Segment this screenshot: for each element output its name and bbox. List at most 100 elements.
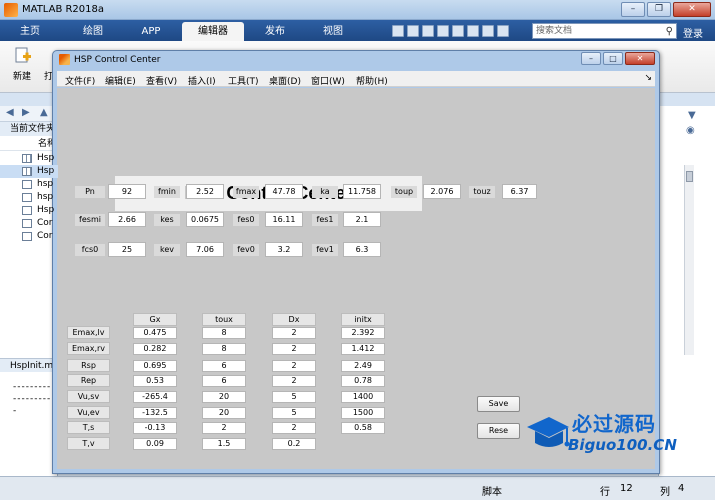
tab-plots[interactable]: 绘图 <box>68 22 118 41</box>
redo-icon[interactable] <box>467 24 479 37</box>
minimize-button[interactable]: – <box>621 2 645 17</box>
param-input-ka[interactable]: 11.758 <box>343 184 381 199</box>
file-list-item[interactable]: Cor <box>0 217 58 230</box>
table-cell-input[interactable]: 2 <box>272 360 316 372</box>
table-cell-input[interactable]: 0.09 <box>133 438 177 450</box>
save-icon[interactable] <box>392 24 404 37</box>
table-cell-input[interactable]: -0.13 <box>133 422 177 434</box>
table-cell-input[interactable]: 5 <box>272 391 316 403</box>
figure-menubar: 文件(F) 编辑(E) 查看(V) 插入(I) 工具(T) 桌面(D) 窗口(W… <box>57 71 655 87</box>
table-cell-input[interactable]: 1.5 <box>202 438 246 450</box>
table-cell-input[interactable]: 2 <box>272 422 316 434</box>
param-input-kes[interactable]: 0.0675 <box>186 212 224 227</box>
table-cell-input[interactable]: 8 <box>202 327 246 339</box>
undo-icon[interactable] <box>452 24 464 37</box>
table-cell-input[interactable]: 6 <box>202 360 246 372</box>
reset-button[interactable]: Rese <box>477 423 520 439</box>
table-cell-input[interactable]: 0.2 <box>272 438 316 450</box>
table-cell-input[interactable]: 2 <box>272 375 316 387</box>
file-list-item[interactable]: hsp <box>0 191 58 204</box>
switch-windows-icon[interactable] <box>482 24 494 37</box>
file-list-item[interactable]: Hsp <box>0 152 58 165</box>
figure-minimize-button[interactable]: – <box>581 52 601 65</box>
new-file-icon[interactable] <box>14 47 32 65</box>
param-input-toup[interactable]: 2.076 <box>423 184 461 199</box>
table-cell-input[interactable]: 1400 <box>341 391 385 403</box>
search-icon[interactable]: ⚲ <box>666 25 673 39</box>
table-cell-input[interactable]: 0.695 <box>133 360 177 372</box>
menu-tools[interactable]: 工具(T) <box>228 74 259 87</box>
copy-icon[interactable] <box>422 24 434 37</box>
table-cell-input[interactable]: -132.5 <box>133 407 177 419</box>
table-cell-input[interactable]: 20 <box>202 391 246 403</box>
table-cell-input[interactable]: 0.53 <box>133 375 177 387</box>
param-input-fcs0[interactable]: 25 <box>108 242 146 257</box>
tab-view[interactable]: 视图 <box>308 22 358 41</box>
table-cell-input[interactable]: 1500 <box>341 407 385 419</box>
table-cell-input[interactable]: 8 <box>202 343 246 355</box>
file-list-item[interactable]: Hsp <box>0 204 58 217</box>
table-cell-input[interactable]: 2 <box>202 422 246 434</box>
figure-maximize-button[interactable]: □ <box>603 52 623 65</box>
table-cell-input[interactable]: 0.78 <box>341 375 385 387</box>
dropdown-arrow-icon[interactable]: ▼ <box>688 110 696 121</box>
menu-help[interactable]: 帮助(H) <box>356 74 388 87</box>
figure-close-button[interactable]: ✕ <box>625 52 655 65</box>
file-list-item[interactable]: Hsp <box>0 165 58 178</box>
tab-home[interactable]: 主页 <box>10 22 50 41</box>
tab-editor[interactable]: 编辑器 <box>182 22 244 41</box>
tab-apps[interactable]: APP <box>126 22 176 41</box>
details-text: - <box>13 406 18 416</box>
table-cell-input[interactable]: 6 <box>202 375 246 387</box>
new-button-label[interactable]: 新建 <box>13 69 31 82</box>
close-button[interactable]: ✕ <box>673 2 711 17</box>
panel-options-icon[interactable]: ◉ <box>686 125 695 136</box>
param-input-fes0[interactable]: 16.11 <box>265 212 303 227</box>
menu-view[interactable]: 查看(V) <box>146 74 177 87</box>
maximize-button[interactable]: ❐ <box>647 2 671 17</box>
table-cell-input[interactable]: 20 <box>202 407 246 419</box>
tab-publish[interactable]: 发布 <box>250 22 300 41</box>
table-cell-input[interactable]: 1.412 <box>341 343 385 355</box>
figure-titlebar[interactable]: HSP Control Center – □ ✕ <box>53 51 659 69</box>
search-documentation-input[interactable]: 搜索文档 ⚲ <box>532 23 677 39</box>
menu-file[interactable]: 文件(F) <box>65 74 95 87</box>
name-column-header[interactable]: 名称 <box>0 137 58 151</box>
cut-icon[interactable] <box>407 24 419 37</box>
param-input-fmax[interactable]: 47.78 <box>265 184 303 199</box>
param-label-kev: kev <box>154 244 180 256</box>
menu-desktop[interactable]: 桌面(D) <box>269 74 301 87</box>
forward-arrow-icon[interactable]: ▶ <box>22 107 30 118</box>
back-arrow-icon[interactable]: ◀ <box>6 107 14 118</box>
login-link[interactable]: 登录 <box>683 25 703 40</box>
table-cell-input[interactable]: 5 <box>272 407 316 419</box>
file-list-item[interactable]: Cor <box>0 230 58 243</box>
table-cell-input[interactable]: 2 <box>272 327 316 339</box>
paste-icon[interactable] <box>437 24 449 37</box>
table-cell-input[interactable]: 0.475 <box>133 327 177 339</box>
dock-arrow-icon[interactable]: ↘ <box>644 73 652 83</box>
table-cell-input[interactable]: 0.282 <box>133 343 177 355</box>
table-cell-input[interactable]: -265.4 <box>133 391 177 403</box>
param-input-fev0[interactable]: 3.2 <box>265 242 303 257</box>
table-cell-input[interactable]: 0.58 <box>341 422 385 434</box>
vertical-scrollbar[interactable] <box>684 165 694 355</box>
scrollbar-thumb[interactable] <box>686 171 693 182</box>
menu-edit[interactable]: 编辑(E) <box>105 74 136 87</box>
param-input-touz[interactable]: 6.37 <box>502 184 537 199</box>
table-cell-input[interactable]: 2 <box>272 343 316 355</box>
help-icon[interactable] <box>497 24 509 37</box>
file-list-item[interactable]: hsp <box>0 178 58 191</box>
param-input-fesmi[interactable]: 2.66 <box>108 212 146 227</box>
param-input-fmin[interactable]: 2.52 <box>186 184 224 199</box>
menu-insert[interactable]: 插入(I) <box>188 74 216 87</box>
table-cell-input[interactable]: 2.392 <box>341 327 385 339</box>
param-input-fev1[interactable]: 6.3 <box>343 242 381 257</box>
menu-window[interactable]: 窗口(W) <box>311 74 345 87</box>
save-button[interactable]: Save <box>477 396 520 412</box>
param-input-Pn[interactable]: 92 <box>108 184 146 199</box>
table-cell-input[interactable]: 2.49 <box>341 360 385 372</box>
up-folder-icon[interactable]: ▲ <box>40 107 48 118</box>
param-input-kev[interactable]: 7.06 <box>186 242 224 257</box>
param-input-fes1[interactable]: 2.1 <box>343 212 381 227</box>
